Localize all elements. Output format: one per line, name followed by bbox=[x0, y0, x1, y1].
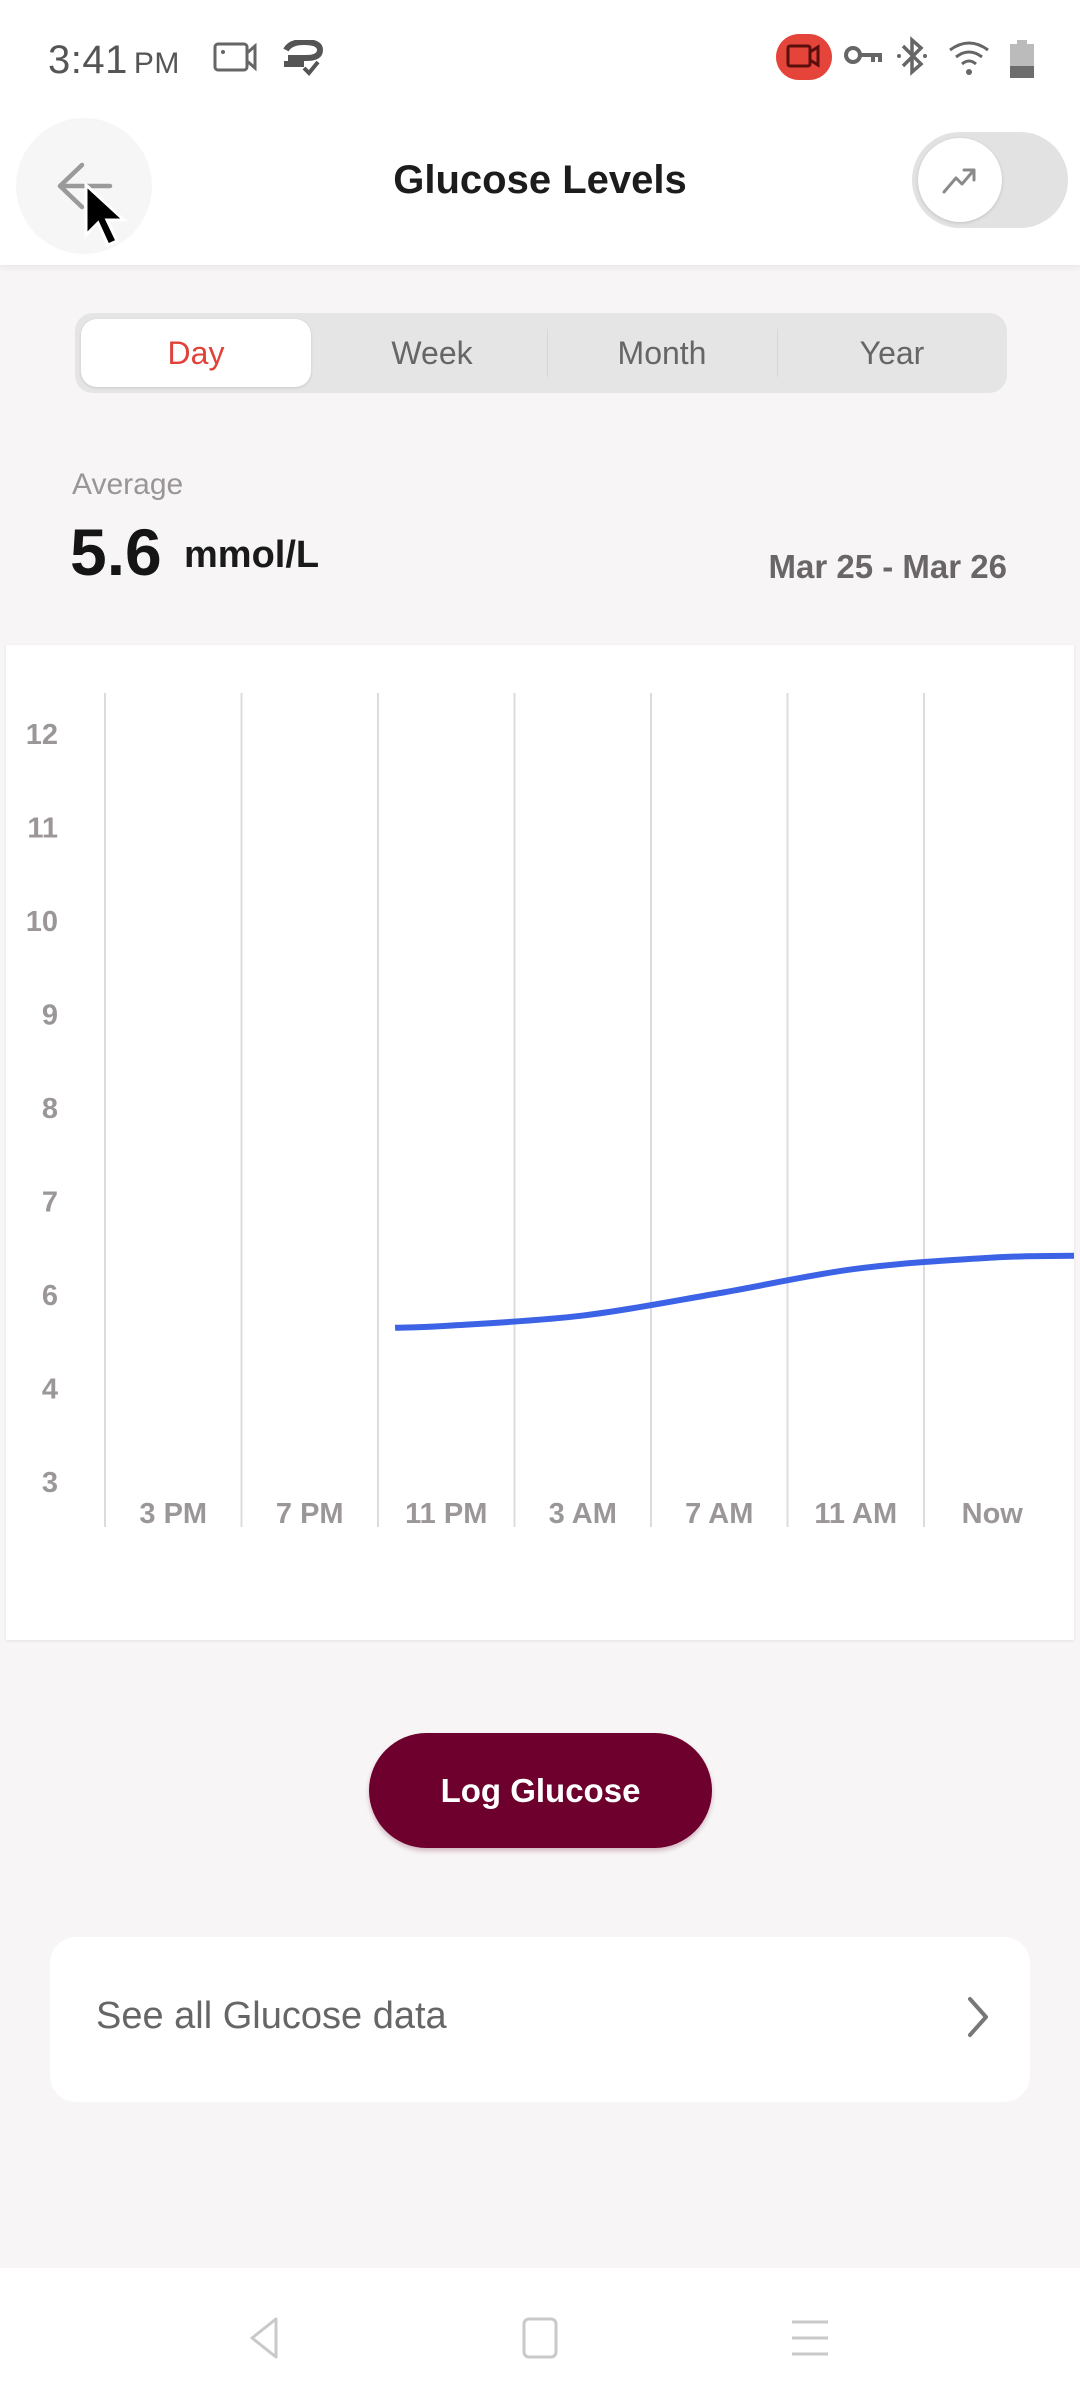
cloud-sync-icon bbox=[280, 38, 324, 81]
x-tick-label: 7 PM bbox=[276, 1498, 344, 1530]
vpn-key-icon bbox=[843, 40, 883, 75]
x-tick-label: 11 AM bbox=[814, 1498, 897, 1530]
y-tick-label: 10 bbox=[26, 906, 58, 938]
x-tick-label: 3 AM bbox=[549, 1498, 617, 1530]
trend-toggle-knob[interactable] bbox=[918, 138, 1002, 222]
average-label: Average bbox=[72, 468, 184, 501]
time-text: 3:41 bbox=[48, 38, 128, 82]
y-tick-label: 12 bbox=[26, 719, 58, 751]
app-header: Glucose Levels bbox=[0, 110, 1080, 265]
y-tick-label: 4 bbox=[42, 1374, 58, 1406]
x-tick-label: 7 AM bbox=[685, 1498, 753, 1530]
y-tick-label: 6 bbox=[42, 1280, 58, 1312]
recording-indicator-icon bbox=[776, 34, 832, 85]
see-all-glucose-data-row[interactable]: See all Glucose data bbox=[50, 1937, 1030, 2102]
tab-month[interactable]: Month bbox=[547, 313, 777, 393]
bluetooth-icon bbox=[895, 36, 929, 81]
y-tick-label: 9 bbox=[42, 1000, 58, 1032]
x-tick-label: 11 PM bbox=[405, 1498, 487, 1530]
glucose-chart: 12 11 10 9 8 7 6 4 3 3 PM 7 PM 11 PM 3 AM 7 AM 11 AM No… bbox=[26, 693, 1074, 1530]
wifi-icon bbox=[948, 40, 990, 81]
tab-year[interactable]: Year bbox=[777, 313, 1007, 393]
average-unit: mmol/L bbox=[184, 534, 320, 576]
y-tick-label: 8 bbox=[42, 1093, 58, 1125]
nav-back-icon bbox=[250, 2317, 278, 2359]
nav-menu-button[interactable] bbox=[780, 2308, 840, 2368]
see-all-label: See all Glucose data bbox=[96, 1995, 447, 2037]
trend-up-icon bbox=[942, 168, 976, 194]
period-tabs: Day Week Month Year bbox=[75, 313, 1007, 393]
tab-day[interactable]: Day bbox=[81, 319, 311, 387]
y-tick-label: 11 bbox=[27, 813, 58, 845]
y-tick-label: 7 bbox=[42, 1187, 58, 1219]
nav-menu-icon bbox=[792, 2320, 828, 2356]
chevron-right-icon bbox=[968, 1997, 988, 2037]
nav-back-button[interactable] bbox=[236, 2308, 296, 2368]
status-time: 3:41 PM bbox=[48, 38, 180, 83]
screen-record-icon bbox=[213, 40, 259, 79]
glucose-chart-card: 12 11 10 9 8 7 6 4 3 3 PM 7 PM 11 PM 3 AM 7 AM 11 AM No… bbox=[6, 645, 1074, 1640]
glucose-series-line bbox=[394, 1252, 1074, 1331]
nav-home-button[interactable] bbox=[510, 2308, 570, 2368]
system-nav-bar bbox=[0, 2268, 1080, 2400]
x-tick-label: 3 PM bbox=[139, 1498, 207, 1530]
x-tick-label: Now bbox=[962, 1498, 1024, 1530]
date-range: Mar 25 - Mar 26 bbox=[768, 548, 1007, 585]
trend-toggle[interactable] bbox=[912, 132, 1068, 228]
battery-icon bbox=[1010, 40, 1034, 83]
status-bar: 3:41 PM bbox=[0, 0, 1080, 110]
tab-week[interactable]: Week bbox=[317, 313, 547, 393]
mouse-cursor-icon bbox=[84, 183, 128, 247]
nav-home-icon bbox=[522, 2317, 558, 2359]
log-glucose-button[interactable]: Log Glucose bbox=[369, 1733, 712, 1848]
average-value: 5.6 bbox=[70, 515, 162, 589]
ampm-text: PM bbox=[133, 47, 180, 80]
y-tick-label: 3 bbox=[42, 1467, 58, 1499]
